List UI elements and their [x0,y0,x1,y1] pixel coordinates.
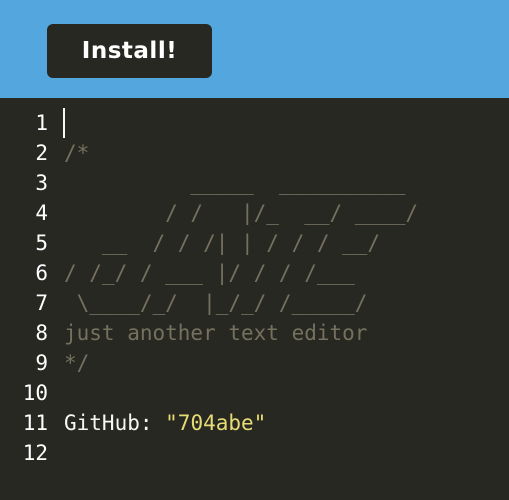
editor-line: 7 \____/_/ |_/_/ /_____/ [0,288,509,318]
editor-line: 2 /* [0,138,509,168]
line-number: 6 [35,261,48,285]
line-number: 10 [22,381,48,405]
editor-line: 9 */ [0,348,509,378]
editor-line: 4 / / |/_ __/ ____/ [0,198,509,228]
editor-line: 8 just another text editor [0,318,509,348]
line-number: 7 [35,291,48,315]
header-bar: Install! [0,0,509,98]
line-number: 9 [35,351,48,375]
editor-line: 11 GitHub: "704abe" [0,408,509,438]
line-content[interactable]: just another text editor [64,318,367,348]
line-content[interactable]: _____ __________ [64,168,405,198]
line-number: 12 [22,441,48,465]
editor-line: 3 _____ __________ [0,168,509,198]
editor-line: 6 / /_/ / ___ |/ / / /___ [0,258,509,288]
line-content[interactable]: / / |/_ __/ ____/ [64,198,418,228]
editor-line: 5 __ / / /| | / / / __/ [0,228,509,258]
json-string-value: "704abe" [165,411,267,435]
line-number: 1 [35,111,48,135]
editor-line: 12 [0,438,509,468]
json-key: GitHub: [64,411,166,435]
install-button[interactable]: Install! [47,24,212,78]
line-number: 5 [35,231,48,255]
editor-line: 1 [0,108,509,138]
line-content[interactable]: / /_/ / ___ |/ / / /___ [64,258,355,288]
line-number: 8 [35,321,48,345]
line-number: 11 [22,411,48,435]
line-number: 4 [35,201,48,225]
line-content[interactable]: */ [64,348,89,378]
line-number: 2 [35,141,48,165]
line-content[interactable]: GitHub: "704abe" [64,408,266,438]
code-editor[interactable]: 1 2 /* 3 _____ __________ 4 / / |/_ __/ … [0,98,509,500]
text-cursor [63,108,65,138]
line-content[interactable]: \____/_/ |_/_/ /_____/ [64,288,368,318]
line-content[interactable]: __ / / /| | / / / __/ [64,228,380,258]
line-number: 3 [35,171,48,195]
editor-line: 10 [0,378,509,408]
line-content[interactable]: /* [64,138,89,168]
